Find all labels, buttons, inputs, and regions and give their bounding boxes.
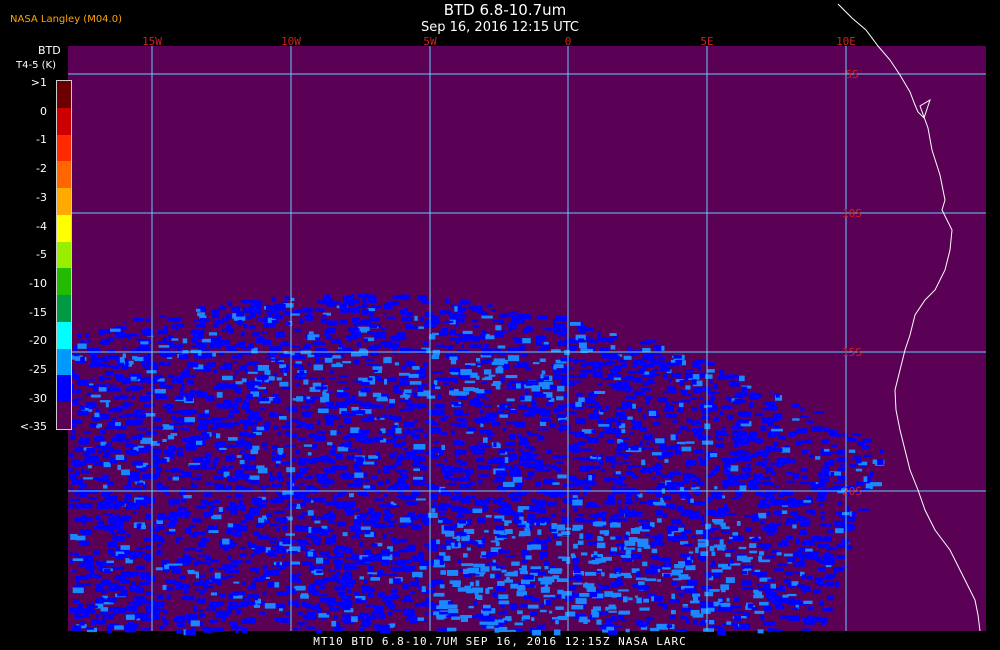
colorbar-label: 0 [40,104,47,118]
colorbar-label: -4 [36,219,47,233]
longitude-label: 5W [423,35,437,48]
colorbar-swatch [57,375,71,403]
colorbar-units: T4-5 (K) [16,60,56,71]
latitude-label: 10S [842,207,862,220]
colorbar-label: >1 [30,76,47,89]
colorbar-swatch [57,402,71,429]
longitude-label: 0 [565,35,572,48]
latitude-label: 20S [842,485,862,498]
longitude-label: 15W [142,35,162,48]
longitude-label: 10W [281,35,301,48]
colorbar-label: <-35 [19,420,47,434]
colorbar-swatch [57,214,71,242]
colorbar-label: -20 [29,334,47,348]
longitude-label: 5E [700,35,713,48]
timestamp: Sep 16, 2016 12:15 UTC [420,20,580,35]
colorbar-title: BTD [38,44,61,57]
colorbar-label: -25 [29,363,47,376]
colorbar-swatch [57,295,71,322]
colorbar-swatch [57,241,71,269]
colorbar-swatch [57,107,71,135]
colorbar-swatch [57,348,71,376]
colorbar-label: -30 [29,391,47,405]
colorbar-label: -10 [29,276,47,290]
longitude-label: 10E [836,35,856,48]
colorbar-swatch [57,134,71,162]
satellite-map: 15W 10W 5W 0 5E 10E 5S 10S 15S 20S [68,3,986,636]
colorbar-label: -2 [36,162,47,176]
latitude-label: 15S [842,346,862,359]
page-title: BTD 6.8-10.7um [443,1,567,19]
colorbar-label: -15 [29,305,47,319]
footer-caption: MT10 BTD 6.8-10.7UM SEP 16, 2016 12:15Z … [313,635,687,648]
colorbar-label: -3 [36,190,47,204]
colorbar-label: -1 [36,133,47,147]
colorbar-label: -5 [36,248,47,262]
colorbar-swatch [57,161,71,189]
latitude-label: 5S [845,68,858,81]
colorbar-swatch [57,81,71,108]
colorbar-swatch [57,188,71,215]
colorbar-swatch [57,321,71,349]
colorbar-swatch [57,268,71,296]
colorbar [56,80,72,430]
